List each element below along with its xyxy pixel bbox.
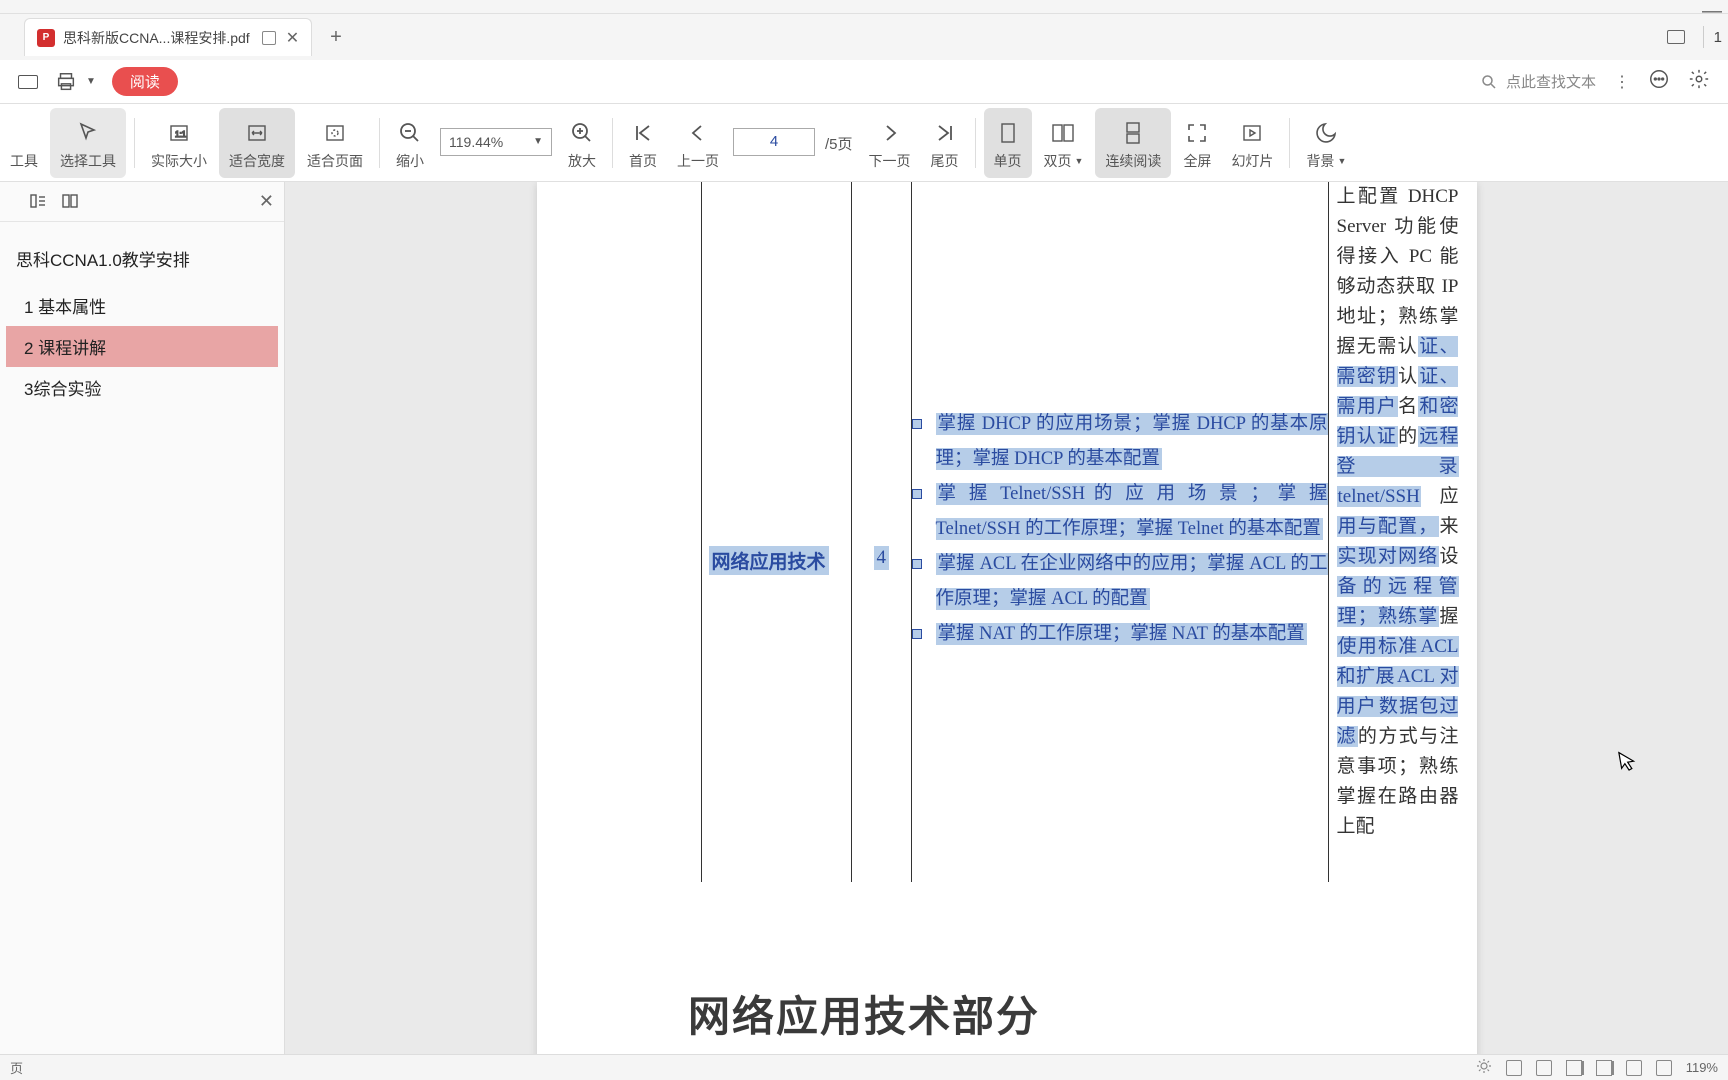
fullscreen-button[interactable]: 全屏 (1173, 104, 1221, 181)
zoom-in-button[interactable]: 放大 (558, 104, 606, 181)
double-page-button[interactable]: 双页▼ (1034, 104, 1094, 181)
separator (1289, 118, 1290, 168)
tab-count: 1 (1714, 29, 1722, 46)
status-zoom: 119% (1686, 1060, 1718, 1075)
separator (612, 118, 613, 168)
brightness-icon[interactable] (1476, 1058, 1492, 1077)
outline-item[interactable]: 2 课程讲解 (6, 326, 278, 367)
single-page-button[interactable]: 单页 (984, 108, 1032, 178)
view-mode-6-icon[interactable] (1656, 1060, 1672, 1076)
outline-item[interactable]: 1 基本属性 (6, 285, 278, 326)
open-folder-icon[interactable] (18, 75, 38, 89)
windows-icon[interactable] (1667, 30, 1685, 44)
comment-icon[interactable] (1648, 68, 1670, 95)
print-icon[interactable] (54, 70, 78, 94)
chevron-down-icon: ▼ (533, 136, 543, 147)
page-input[interactable] (729, 104, 819, 181)
search-input[interactable]: 点此查找文本 (1480, 71, 1596, 92)
external-icon[interactable] (262, 31, 276, 45)
main-toolbar: 工具 选择工具 1:1 实际大小 适合宽度 适合页面 缩小 119.44% ▼ … (0, 104, 1728, 182)
page-total: /5页 (819, 104, 859, 181)
view-mode-1-icon[interactable] (1506, 1060, 1522, 1076)
separator (134, 118, 135, 168)
view-mode-4-icon[interactable] (1596, 1060, 1612, 1076)
tab-title: 思科新版CCNA...课程安排.pdf (63, 28, 250, 48)
video-subtitle: 网络应用技术部分 (688, 983, 1040, 1044)
continuous-button[interactable]: 连续阅读 (1095, 108, 1171, 178)
section-title: 网络应用技术 (709, 546, 829, 575)
view-mode-5-icon[interactable] (1626, 1060, 1642, 1076)
select-tool-button[interactable]: 选择工具 (50, 108, 126, 178)
thumb-view-icon[interactable] (62, 193, 80, 211)
search-placeholder: 点此查找文本 (1506, 71, 1596, 92)
close-panel-icon[interactable]: ✕ (259, 191, 274, 212)
bullet-item: 掌握 ACL 在企业网络中的应用；掌握 ACL 的工作原理；掌握 ACL 的配置 (912, 547, 1328, 617)
quick-toolbar: ▼ 阅读 点此查找文本 ⋮ (0, 60, 1728, 104)
tool-cut[interactable]: 工具 (0, 104, 48, 181)
background-button[interactable]: 背景▼ (1296, 104, 1356, 181)
outline-sidebar: ✕ 思科CCNA1.0教学安排 1 基本属性2 课程讲解3综合实验 (0, 182, 285, 1054)
bullet-icon (912, 419, 922, 429)
fit-width-button[interactable]: 适合宽度 (219, 108, 295, 178)
outline-item[interactable]: 3综合实验 (6, 367, 278, 408)
bullet-item: 掌 握 Telnet/SSH 的 应 用 场 景 ； 掌 握 Telnet/SS… (912, 477, 1328, 547)
separator (1703, 26, 1704, 48)
gear-icon[interactable] (1688, 68, 1710, 95)
bullet-icon (912, 629, 922, 639)
zoom-value: 119.44% (449, 134, 503, 150)
tab-bar: P 思科新版CCNA...课程安排.pdf ✕ + 1 (0, 14, 1728, 60)
mouse-cursor (1618, 749, 1641, 780)
bullet-icon (912, 489, 922, 499)
side-notes: 上配置 DHCP Server 功能使得接入 PC 能够动态获取 IP 地址；熟… (1337, 182, 1459, 842)
file-tab[interactable]: P 思科新版CCNA...课程安排.pdf ✕ (24, 18, 312, 56)
view-mode-2-icon[interactable] (1536, 1060, 1552, 1076)
pdf-viewer[interactable]: 网络应用技术 4 掌握 DHCP 的应用场景；掌握 DHCP 的基本原理；掌握 … (285, 182, 1728, 1054)
view-mode-3-icon[interactable] (1566, 1060, 1582, 1076)
slideshow-button[interactable]: 幻灯片 (1221, 104, 1283, 181)
svg-text:1:1: 1:1 (175, 130, 187, 139)
zoom-out-button[interactable]: 缩小 (386, 104, 434, 181)
new-tab-button[interactable]: + (330, 26, 342, 49)
bullet-item: 掌握 DHCP 的应用场景；掌握 DHCP 的基本原理；掌握 DHCP 的基本配… (912, 407, 1328, 477)
last-page-button[interactable]: 尾页 (921, 104, 969, 181)
first-page-button[interactable]: 首页 (619, 104, 667, 181)
page-number-field[interactable] (733, 128, 815, 156)
next-page-button[interactable]: 下一页 (859, 104, 921, 181)
section-hours: 4 (874, 546, 890, 570)
more-icon[interactable]: ⋮ (1614, 72, 1630, 92)
status-left: 页 (10, 1058, 23, 1077)
read-button[interactable]: 阅读 (112, 67, 178, 96)
close-icon[interactable]: ✕ (286, 28, 299, 48)
fit-page-button[interactable]: 适合页面 (297, 104, 373, 181)
search-icon (1480, 73, 1498, 91)
pdf-page: 网络应用技术 4 掌握 DHCP 的应用场景；掌握 DHCP 的基本原理；掌握 … (537, 182, 1477, 1054)
separator (975, 118, 976, 168)
prev-page-button[interactable]: 上一页 (667, 104, 729, 181)
bullet-icon (912, 559, 922, 569)
outline-title[interactable]: 思科CCNA1.0教学安排 (6, 240, 278, 285)
actual-size-button[interactable]: 1:1 实际大小 (141, 104, 217, 181)
status-bar: 页 119% (0, 1054, 1728, 1080)
dropdown-icon[interactable]: ▼ (86, 76, 96, 87)
zoom-level-select[interactable]: 119.44% ▼ (434, 104, 558, 181)
outline-view-icon[interactable] (30, 193, 48, 211)
pdf-icon: P (37, 29, 55, 47)
outline-tree: 思科CCNA1.0教学安排 1 基本属性2 课程讲解3综合实验 (0, 222, 284, 426)
bullet-item: 掌握 NAT 的工作原理；掌握 NAT 的基本配置 (912, 617, 1328, 652)
separator (379, 118, 380, 168)
